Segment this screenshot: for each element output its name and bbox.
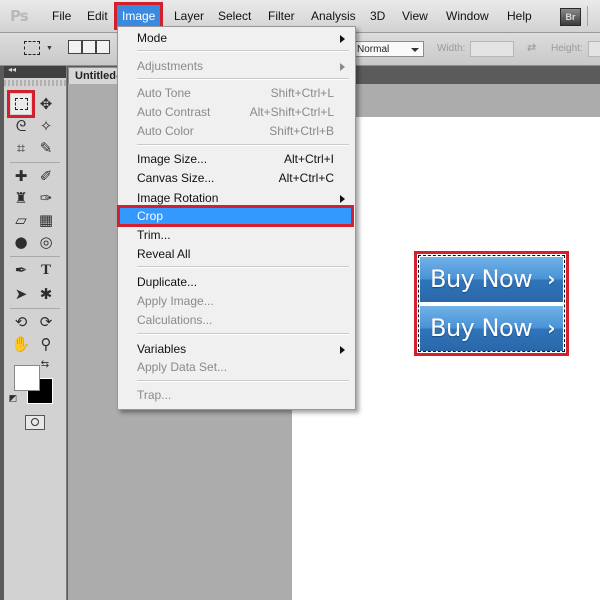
type-icon[interactable]: T: [36, 260, 56, 280]
dodge-icon[interactable]: ◎: [36, 232, 56, 252]
rect-marquee-icon[interactable]: [7, 90, 35, 118]
shape-icon[interactable]: ✱: [36, 284, 56, 304]
default-colors-icon[interactable]: ◩: [8, 394, 18, 404]
new-selection-icon[interactable]: [68, 40, 82, 54]
move-icon[interactable]: ✥: [36, 94, 56, 114]
tool-preset-marquee-icon[interactable]: [24, 41, 40, 55]
menu-item-auto-color: Auto Color Shift+Ctrl+B: [137, 124, 334, 138]
eraser-icon[interactable]: ▱: [11, 210, 31, 230]
submenu-arrow-icon: [340, 35, 345, 43]
height-label: Height:: [551, 43, 583, 54]
menu-help[interactable]: Help: [507, 9, 532, 23]
preset-dropdown-arrow-icon[interactable]: ▼: [46, 45, 53, 52]
zoom-icon[interactable]: ⚲: [36, 334, 56, 354]
buy-now-text: Buy Now: [430, 314, 533, 342]
tools-divider: [10, 308, 60, 309]
menu-item-auto-tone: Auto Tone Shift+Ctrl+L: [137, 86, 334, 100]
menu-item-crop[interactable]: Crop: [117, 205, 354, 227]
foreground-color-swatch[interactable]: [14, 365, 40, 391]
bridge-button[interactable]: Br: [560, 8, 581, 26]
menu-select[interactable]: Select: [218, 9, 251, 23]
width-label: Width:: [437, 43, 466, 54]
menu-image[interactable]: Image: [113, 2, 164, 30]
menu-separator: [137, 78, 349, 80]
swap-dimensions-icon[interactable]: ⇄: [527, 41, 536, 54]
quick-mask-button[interactable]: [25, 415, 45, 430]
menu-item-calculations: Calculations...: [137, 313, 213, 327]
menu-file[interactable]: File: [52, 9, 71, 23]
menu-item-auto-contrast: Auto Contrast Alt+Shift+Ctrl+L: [137, 105, 334, 119]
menu-layer[interactable]: Layer: [174, 9, 204, 23]
submenu-arrow-icon: [340, 195, 345, 203]
menubar-divider: [587, 6, 588, 26]
gradient-icon[interactable]: ▦: [36, 210, 56, 230]
buy-now-text: Buy Now: [430, 265, 533, 293]
pen-icon[interactable]: ✒: [11, 260, 31, 280]
collapse-icon[interactable]: ◂◂: [8, 65, 16, 74]
menu-item-trap: Trap...: [137, 388, 172, 402]
stamp-icon[interactable]: ♜: [11, 188, 31, 208]
submenu-arrow-icon: [340, 63, 345, 71]
menu-item-image-size[interactable]: Image Size... Alt+Ctrl+I: [119, 150, 352, 168]
buy-now-graphic: Buy Now ›: [420, 306, 563, 351]
menu-analysis[interactable]: Analysis: [311, 9, 356, 23]
add-selection-icon[interactable]: [82, 40, 96, 54]
healing-icon[interactable]: ✚: [11, 166, 31, 186]
buy-now-graphic: Buy Now ›: [420, 257, 563, 302]
path-select-icon[interactable]: ➤: [11, 284, 31, 304]
menu-item-trim[interactable]: Trim...: [119, 226, 352, 244]
hand-icon[interactable]: ✋: [11, 334, 31, 354]
lasso-icon[interactable]: ᘓ: [11, 116, 31, 136]
menu-separator: [137, 144, 349, 146]
chevron-right-icon: ›: [547, 267, 555, 291]
crop-icon[interactable]: ⌗: [11, 138, 31, 158]
brush-icon[interactable]: ✐: [36, 166, 56, 186]
menu-item-image-rotation[interactable]: Image Rotation: [119, 189, 352, 207]
menu-edit[interactable]: Edit: [87, 9, 108, 23]
selection-mode-icons[interactable]: [68, 40, 112, 58]
submenu-arrow-icon: [340, 346, 345, 354]
tools-divider: [10, 162, 60, 163]
3d-orbit-icon[interactable]: ⟳: [36, 312, 56, 332]
menu-item-apply-data-set: Apply Data Set...: [137, 360, 228, 374]
photoshop-logo: Ps: [10, 7, 29, 25]
menu-3d[interactable]: 3D: [370, 9, 385, 23]
history-brush-icon[interactable]: ✑: [36, 188, 56, 208]
menu-separator: [137, 333, 349, 335]
style-select[interactable]: Normal: [352, 41, 424, 57]
swap-colors-icon[interactable]: ⇆: [38, 358, 52, 372]
magic-wand-icon[interactable]: ✧: [36, 116, 56, 136]
width-field[interactable]: [470, 41, 514, 57]
menu-item-mode[interactable]: Mode: [119, 29, 352, 47]
menu-item-duplicate[interactable]: Duplicate...: [119, 273, 352, 291]
menu-item-reveal-all[interactable]: Reveal All: [119, 245, 352, 263]
subtract-selection-icon[interactable]: [96, 40, 110, 54]
menu-item-canvas-size[interactable]: Canvas Size... Alt+Ctrl+C: [119, 169, 352, 187]
chevron-right-icon: ›: [547, 316, 555, 340]
blur-icon[interactable]: ●: [11, 232, 31, 252]
menu-item-apply-image: Apply Image...: [137, 294, 214, 308]
menu-separator: [137, 266, 349, 268]
menu-item-variables[interactable]: Variables: [119, 340, 352, 358]
eyedropper-icon[interactable]: ✎: [36, 138, 56, 158]
tools-panel-grip[interactable]: [4, 80, 66, 86]
menu-separator: [137, 380, 349, 382]
tools-panel-header[interactable]: ◂◂: [4, 65, 66, 78]
menu-view[interactable]: View: [402, 9, 428, 23]
tools-divider: [10, 256, 60, 257]
menu-item-adjustments: Adjustments: [119, 57, 352, 75]
3d-rotate-icon[interactable]: ⟲: [11, 312, 31, 332]
menu-filter[interactable]: Filter: [268, 9, 295, 23]
menu-window[interactable]: Window: [446, 9, 489, 23]
height-field[interactable]: [588, 41, 600, 57]
menu-separator: [137, 50, 349, 52]
